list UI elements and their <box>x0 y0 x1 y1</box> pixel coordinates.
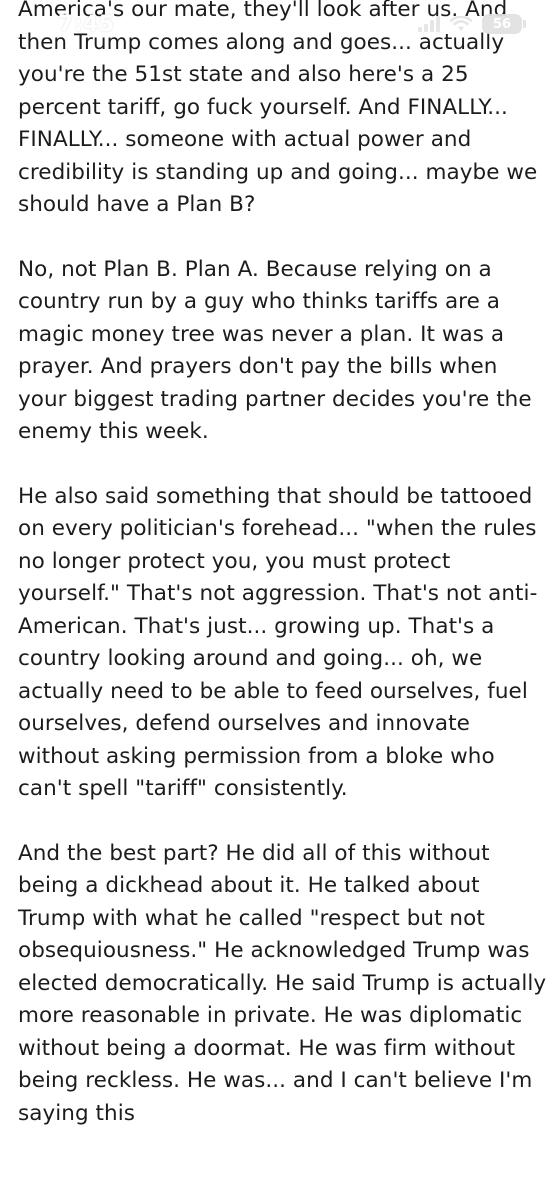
paragraph: He also said something that should be ta… <box>18 483 538 802</box>
paragraph: America's our mate, they'll look after u… <box>18 0 538 217</box>
paragraph: No, not Plan B. Plan A. Because relying … <box>18 256 532 445</box>
paragraph: And the best part? He did all of this wi… <box>18 840 547 1126</box>
article-body: America's our mate, they'll look after u… <box>18 0 550 1162</box>
